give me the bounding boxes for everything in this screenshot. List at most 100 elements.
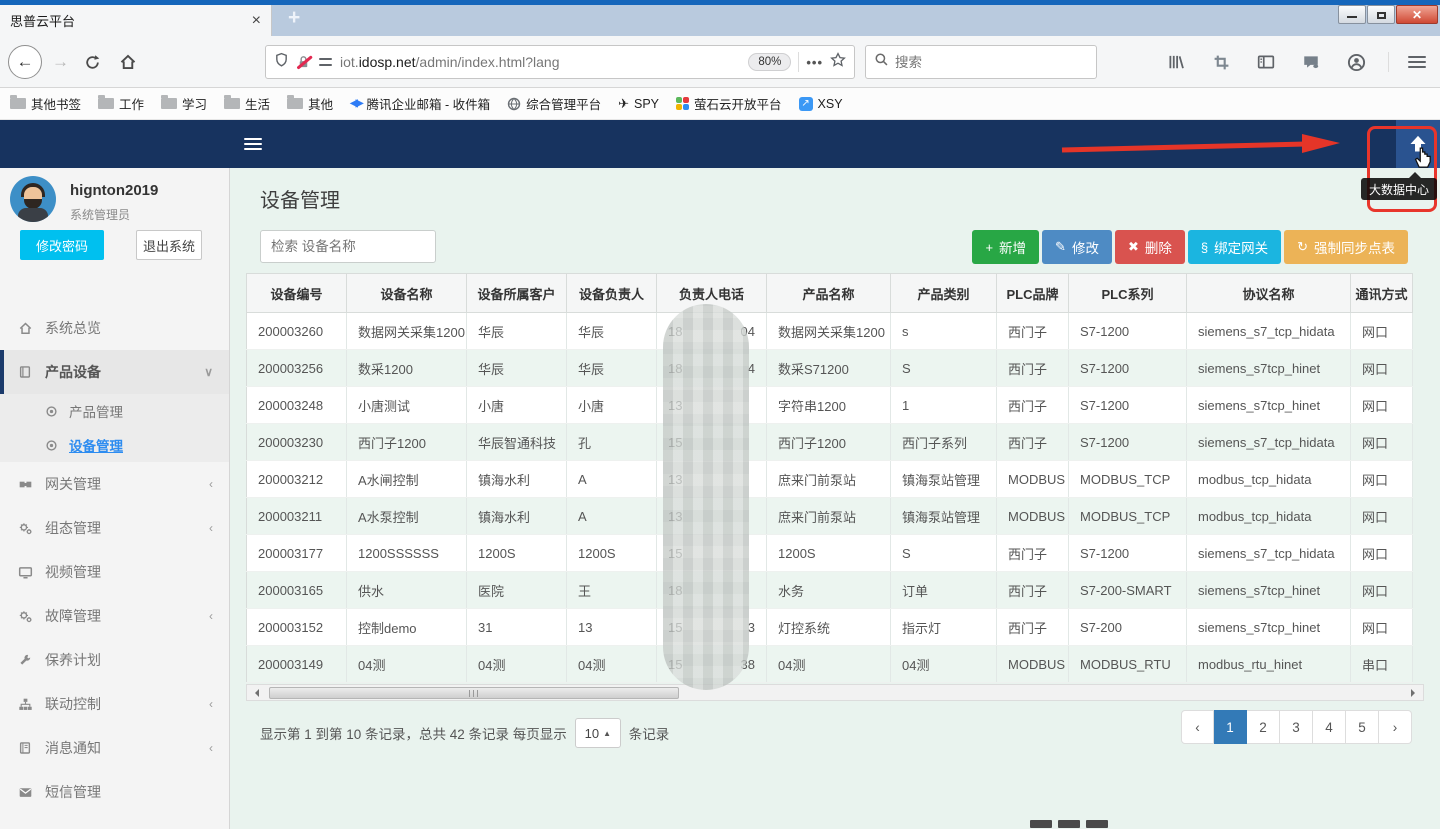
browser-search-bar[interactable] (865, 45, 1097, 79)
table-header-cell[interactable]: PLC品牌 (997, 274, 1069, 313)
permissions-icon[interactable] (319, 57, 333, 67)
table-row[interactable]: 2000031771200SSSSSS1200S1200S151200SS西门子… (247, 535, 1413, 572)
修改-button[interactable]: ✎修改 (1042, 230, 1112, 264)
scroll-right-arrow[interactable] (1407, 685, 1423, 700)
sidebar-item-label: 联动控制 (45, 694, 101, 714)
logout-button[interactable]: 退出系统 (136, 230, 202, 260)
folder-icon (224, 98, 240, 109)
table-header-cell[interactable]: 设备名称 (347, 274, 467, 313)
browser-tab[interactable]: 思普云平台 × (0, 5, 272, 36)
avatar[interactable] (10, 176, 56, 222)
bookmark-item[interactable]: ✈SPY (618, 96, 659, 112)
close-button[interactable]: ✕ (1396, 5, 1438, 24)
bookmark-item[interactable]: 萤石云开放平台 (676, 94, 782, 113)
minimize-button[interactable] (1338, 5, 1366, 24)
table-header-cell[interactable]: 设备所属客户 (467, 274, 567, 313)
sidebar-item-保养计划[interactable]: 保养计划 (0, 638, 229, 682)
table-header-cell[interactable]: 设备负责人 (567, 274, 657, 313)
sidebar-item-网关管理[interactable]: 网关管理‹ (0, 462, 229, 506)
bookmark-item[interactable]: 综合管理平台 (507, 94, 601, 113)
table-cell: 数采S71200 (767, 350, 891, 387)
sidebar-item-组态管理[interactable]: 组态管理‹ (0, 506, 229, 550)
menu-hamburger-icon[interactable] (1408, 56, 1426, 68)
sidebar-item-产品设备[interactable]: 产品设备∨ (0, 350, 229, 394)
horizontal-scrollbar[interactable] (246, 684, 1424, 701)
table-header-cell[interactable]: 协议名称 (1187, 274, 1351, 313)
insecure-lock-icon[interactable] (296, 54, 312, 70)
zoom-level-badge[interactable]: 80% (748, 53, 791, 71)
sidebar-item-故障管理[interactable]: 故障管理‹ (0, 594, 229, 638)
table-row[interactable]: 200003230西门子1200华辰智通科技孔15西门子1200西门子系列西门子… (247, 424, 1413, 461)
scroll-left-arrow[interactable] (247, 685, 263, 700)
sidebar-item-系统总览[interactable]: 系统总览 (0, 306, 229, 350)
sidebar-collapse-icon[interactable] (244, 138, 262, 150)
page-button-5[interactable]: 5 (1346, 710, 1379, 744)
sidebar-item-视频管理[interactable]: 视频管理 (0, 550, 229, 594)
forward-button[interactable]: → (52, 52, 69, 72)
bookmark-item[interactable]: 其他 (287, 94, 333, 113)
page-button-1[interactable]: 1 (1214, 710, 1247, 744)
page-button-3[interactable]: 3 (1280, 710, 1313, 744)
table-header-cell[interactable]: PLC系列 (1069, 274, 1187, 313)
back-button[interactable]: ← (8, 45, 42, 79)
sidebar-item-label: 产品管理 (69, 401, 123, 421)
screenshot-icon[interactable] (1208, 49, 1234, 75)
sidebar-item-消息通知[interactable]: 消息通知‹ (0, 726, 229, 770)
new-tab-button[interactable]: + (288, 6, 300, 30)
删除-button[interactable]: ✖删除 (1115, 230, 1185, 264)
sidebar-toggle-icon[interactable] (1253, 49, 1279, 75)
bookmark-item[interactable]: 生活 (224, 94, 270, 113)
bookmark-star-icon[interactable] (830, 52, 846, 73)
scrollbar-thumb[interactable] (269, 687, 679, 699)
bookmark-item[interactable]: ◀▶腾讯企业邮箱 - 收件箱 (350, 94, 490, 113)
sidebar-item-设备管理[interactable]: 设备管理 (0, 428, 229, 462)
table-header-cell[interactable]: 通讯方式 (1351, 274, 1413, 313)
table-row[interactable]: 200003260数据网关采集1200华辰华辰1804数据网关采集1200s西门… (247, 313, 1413, 350)
table-cell: 华辰 (467, 313, 567, 350)
account-icon[interactable] (1343, 49, 1369, 75)
bookmark-item[interactable]: ↗XSY (799, 97, 843, 111)
library-icon[interactable] (1163, 49, 1189, 75)
page-button-2[interactable]: 2 (1247, 710, 1280, 744)
新增-button[interactable]: +新增 (972, 230, 1039, 264)
shield-icon[interactable] (274, 52, 289, 73)
url-bar[interactable]: iot.idosp.net/admin/index.html?lang 80% … (265, 45, 855, 79)
device-search-input[interactable] (260, 230, 436, 263)
table-cell: 孔 (567, 424, 657, 461)
records-info-text: 显示第 1 到第 10 条记录，总共 42 条记录 每页显示 (260, 723, 567, 743)
table-row[interactable]: 200003152控制demo3113153灯控系统指示灯西门子S7-200si… (247, 609, 1413, 646)
page-button-4[interactable]: 4 (1313, 710, 1346, 744)
table-row[interactable]: 200003248小唐测试小唐小唐13字符串12001西门子S7-1200sie… (247, 387, 1413, 424)
绑定网关-button[interactable]: §绑定网关 (1188, 230, 1281, 264)
tab-close-icon[interactable]: × (252, 13, 261, 29)
page-size-select[interactable]: 10▲ (575, 718, 621, 748)
bookmark-item[interactable]: 其他书签 (10, 94, 81, 113)
sidebar-item-产品管理[interactable]: 产品管理 (0, 394, 229, 428)
plus-icon: + (985, 240, 993, 255)
reload-button[interactable] (79, 49, 105, 75)
page-actions-icon[interactable]: ••• (806, 55, 823, 70)
browser-search-input[interactable] (895, 55, 1055, 70)
page-prev-button[interactable]: ‹ (1181, 710, 1214, 744)
table-row[interactable]: 200003212A水闸控制镇海水利A13庶来门前泵站镇海泵站管理MODBUSM… (247, 461, 1413, 498)
table-row[interactable]: 200003165供水医院王18水务订单西门子S7-200-SMARTsieme… (247, 572, 1413, 609)
table-row[interactable]: 20000314904测04测04测153804测04测MODBUSMODBUS… (247, 646, 1413, 683)
restore-button[interactable] (1367, 5, 1395, 24)
table-header-cell[interactable]: 产品类别 (891, 274, 997, 313)
table-row[interactable]: 200003211A水泵控制镇海水利A13庶来门前泵站镇海泵站管理MODBUSM… (247, 498, 1413, 535)
change-password-button[interactable]: 修改密码 (20, 230, 104, 260)
page-next-button[interactable]: › (1379, 710, 1412, 744)
bookmark-item[interactable]: 工作 (98, 94, 144, 113)
home-button[interactable] (115, 49, 141, 75)
table-row[interactable]: 200003256数采1200华辰华辰184数采S71200S西门子S7-120… (247, 350, 1413, 387)
table-cell: 医院 (467, 572, 567, 609)
dot-icon (42, 439, 60, 452)
pocket-chat-icon[interactable] (1298, 49, 1324, 75)
table-header-cell[interactable]: 设备编号 (247, 274, 347, 313)
sidebar-item-联动控制[interactable]: 联动控制‹ (0, 682, 229, 726)
bookmark-item[interactable]: 学习 (161, 94, 207, 113)
table-header-cell[interactable]: 产品名称 (767, 274, 891, 313)
bookmark-label: XSY (818, 97, 843, 111)
sidebar-item-短信管理[interactable]: 短信管理 (0, 770, 229, 814)
强制同步点表-button[interactable]: ↻强制同步点表 (1284, 230, 1408, 264)
